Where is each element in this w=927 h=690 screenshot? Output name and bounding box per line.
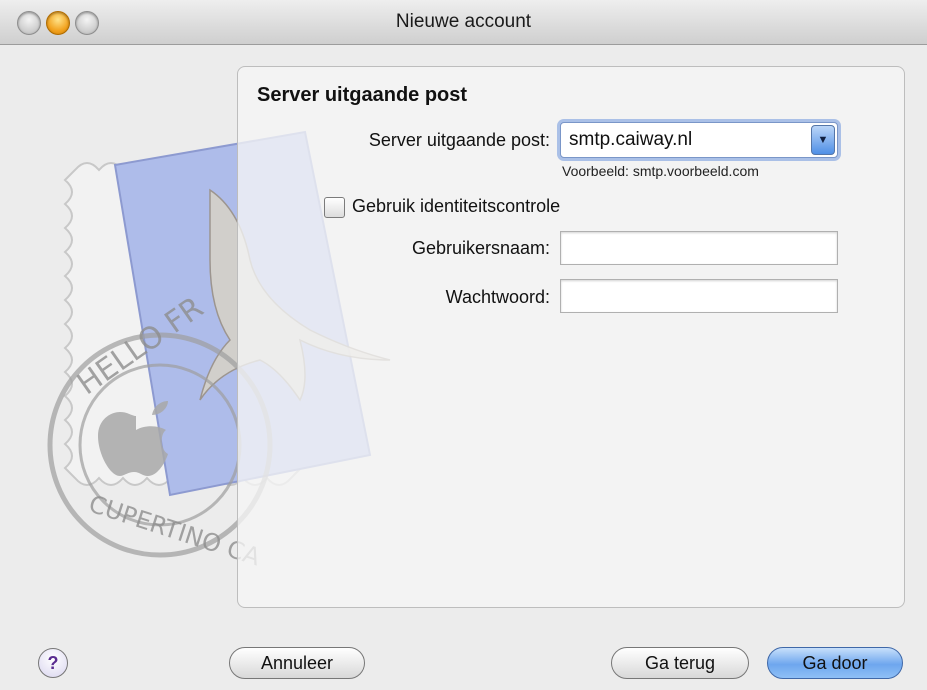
window-title: Nieuwe account — [395, 11, 532, 32]
outgoing-server-value[interactable]: smtp.caiway.nl — [569, 129, 692, 151]
outgoing-server-combobox[interactable]: smtp.caiway.nl ▼ — [560, 122, 838, 158]
password-label: Wachtwoord: — [445, 287, 550, 307]
new-account-window: Nieuwe account HELLO FR CUPERTINO CA Ser… — [0, 0, 927, 690]
username-field[interactable] — [560, 231, 838, 265]
title-bar: Nieuwe account — [0, 0, 927, 45]
outgoing-server-label: Server uitgaande post: — [368, 130, 550, 150]
back-button[interactable]: Ga terug — [611, 647, 749, 679]
username-label: Gebruikersnaam: — [411, 238, 550, 258]
question-icon: ? — [47, 653, 59, 673]
chevron-down-icon[interactable]: ▼ — [811, 125, 835, 155]
panel-heading: Server uitgaande post — [257, 84, 468, 106]
help-button[interactable]: ? — [38, 648, 68, 678]
cancel-button[interactable]: Annuleer — [229, 647, 365, 679]
use-authentication-checkbox[interactable] — [324, 197, 345, 218]
use-authentication-label[interactable]: Gebruik identiteitscontrole — [352, 196, 560, 217]
server-example-hint: Voorbeeld: smtp.voorbeeld.com — [562, 163, 759, 179]
password-field[interactable] — [560, 279, 838, 313]
continue-button[interactable]: Ga door — [767, 647, 903, 679]
